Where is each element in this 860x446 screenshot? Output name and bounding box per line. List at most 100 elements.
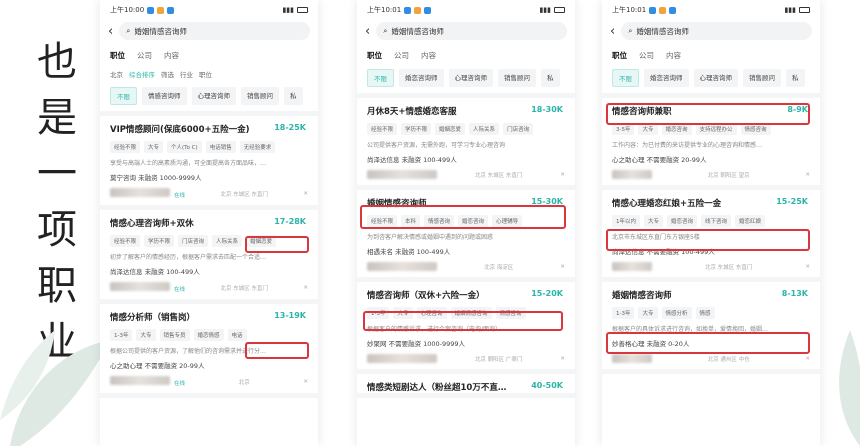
job-tag: 心理辅导 bbox=[492, 215, 523, 227]
recruiter-avatar bbox=[612, 262, 652, 271]
app-notification-icon bbox=[669, 6, 677, 14]
tab-jobs[interactable]: 职位 bbox=[110, 50, 125, 61]
close-icon[interactable]: ✕ bbox=[805, 172, 810, 178]
chip-option[interactable]: 婚恋咨询师 bbox=[399, 69, 444, 87]
job-card[interactable]: 情感类短剧达人（粉丝超10万不直… 40-50K bbox=[357, 374, 575, 398]
clock: 上午10:01 bbox=[367, 6, 402, 14]
job-tag: 无经验要求 bbox=[239, 141, 276, 153]
filter-city[interactable]: 北京 bbox=[110, 69, 123, 79]
close-icon[interactable]: ✕ bbox=[805, 264, 810, 270]
job-salary: 40-50K bbox=[531, 381, 563, 390]
title-char: 项 bbox=[37, 207, 77, 253]
recruiter-avatar bbox=[367, 262, 437, 271]
chip-option[interactable]: 心理咨询师 bbox=[693, 69, 738, 87]
close-icon[interactable]: ✕ bbox=[303, 285, 308, 291]
search-input[interactable]: ⌕ 婚姻情感咨询师 bbox=[119, 22, 310, 40]
job-tag: 线下咨询 bbox=[701, 215, 732, 227]
title-char: 一 bbox=[37, 151, 77, 197]
job-description: 初步了解客户的情感经历，根据客户需求去匹配一个合适… bbox=[110, 254, 267, 261]
recruiter-avatar bbox=[110, 282, 170, 291]
chip-all[interactable]: 不限 bbox=[110, 87, 137, 105]
job-card[interactable]: 情感咨询师（双休+六险一金） 15-20K 1-3年 大专 心理咨询 婚姻情感咨… bbox=[357, 282, 575, 374]
job-card[interactable]: 情感咨询师兼职 8-9K 3-5年 大专 婚恋咨询 支持远程办公 情感咨询 工作… bbox=[602, 98, 820, 190]
tab-content[interactable]: 内容 bbox=[421, 50, 436, 61]
close-icon[interactable]: ✕ bbox=[560, 172, 565, 178]
job-card[interactable]: 婚姻情感咨询师 15-30K 经验不限 本科 情感咨询 婚恋咨询 心理辅导 为到… bbox=[357, 190, 575, 282]
job-description: 享受与高端人士的高素质沟通，可全面提高各方面品味，… bbox=[110, 160, 267, 167]
clock: 上午10:01 bbox=[612, 6, 647, 14]
job-tag: 经验不限 bbox=[110, 141, 141, 153]
job-tag: 销售专员 bbox=[159, 329, 190, 341]
job-card[interactable]: 情感心理婚恋红娘+五险一金 15-25K 1年以内 大专 婚恋咨询 线下咨询 婚… bbox=[602, 190, 820, 282]
chip-all[interactable]: 不限 bbox=[612, 69, 639, 87]
close-icon[interactable]: ✕ bbox=[303, 379, 308, 385]
filter-sort[interactable]: 综合排序 bbox=[129, 69, 155, 79]
close-icon[interactable]: ✕ bbox=[560, 356, 565, 362]
chip-option[interactable]: 私 bbox=[541, 69, 560, 87]
chip-option[interactable]: 心理咨询师 bbox=[191, 87, 236, 105]
job-tag: 婚姻恋爱 bbox=[246, 235, 277, 247]
signal-icon: ▮▮▮ bbox=[784, 6, 796, 14]
tab-companies[interactable]: 公司 bbox=[394, 50, 409, 61]
search-input[interactable]: ⌕ 婚姻情感咨询师 bbox=[621, 22, 812, 40]
status-bar: 上午10:01 ▮▮▮ bbox=[357, 0, 575, 20]
job-location: 北京 东城区 东直门 bbox=[220, 285, 268, 292]
search-input[interactable]: ⌕ 婚姻情感咨询师 bbox=[376, 22, 567, 40]
close-icon[interactable]: ✕ bbox=[560, 264, 565, 270]
job-tag: 经验不限 bbox=[110, 235, 141, 247]
job-title: 婚姻情感咨询师 bbox=[612, 291, 672, 301]
job-card[interactable]: 月休8天+情感婚恋客服 18-30K 经验不限 学历不限 婚姻恋爱 人际关系 门… bbox=[357, 98, 575, 190]
job-salary: 18-25K bbox=[274, 123, 306, 132]
filter-position[interactable]: 职位 bbox=[199, 69, 212, 79]
job-tag: 学历不限 bbox=[144, 235, 175, 247]
company-info: 妙善格心理 未融资 0-20人 bbox=[612, 340, 690, 348]
job-card[interactable]: 婚姻情感咨询师 8-13K 1-3年 大专 情感分析 情感 根据客户的具体诉求进… bbox=[602, 282, 820, 374]
job-tag: 大专 bbox=[638, 123, 658, 135]
battery-icon bbox=[554, 7, 565, 13]
chip-option[interactable]: 私 bbox=[284, 87, 303, 105]
chip-option[interactable]: 婚恋咨询师 bbox=[644, 69, 689, 87]
job-salary: 8-9K bbox=[787, 105, 808, 114]
back-icon[interactable]: ‹ bbox=[610, 24, 615, 39]
recruiter-avatar bbox=[612, 354, 652, 363]
phone-screenshot-3: 上午10:01 ▮▮▮ ‹ ⌕ 婚姻情感咨询师 职位 公司 内容 不限 婚恋咨询… bbox=[602, 0, 820, 446]
job-tag: 1-3年 bbox=[612, 307, 635, 319]
job-card[interactable]: 情感分析师（销售岗） 13-19K 1-3年 大专 销售专员 婚恋情感 电话 根… bbox=[100, 304, 318, 398]
title-char: 是 bbox=[37, 95, 77, 141]
chip-option[interactable]: 私 bbox=[786, 69, 805, 87]
filter-industry[interactable]: 行业 bbox=[180, 69, 193, 79]
tab-content[interactable]: 内容 bbox=[666, 50, 681, 61]
job-tag: 婚恋咨询 bbox=[661, 123, 692, 135]
search-query: 婚姻情感咨询师 bbox=[636, 26, 689, 36]
recruiter-avatar bbox=[110, 188, 170, 197]
chip-option[interactable]: 销售顾问 bbox=[241, 87, 279, 105]
chip-all[interactable]: 不限 bbox=[367, 69, 394, 87]
tab-jobs[interactable]: 职位 bbox=[612, 50, 627, 61]
job-tag: 人际关系 bbox=[469, 123, 500, 135]
recruiter-avatar bbox=[367, 354, 437, 363]
job-tag: 婚恋咨询 bbox=[667, 215, 698, 227]
close-icon[interactable]: ✕ bbox=[805, 356, 810, 362]
app-notification-icon bbox=[649, 6, 657, 14]
close-icon[interactable]: ✕ bbox=[303, 191, 308, 197]
chip-option[interactable]: 销售顾问 bbox=[743, 69, 781, 87]
chip-option[interactable]: 情感咨询师 bbox=[142, 87, 187, 105]
chip-option[interactable]: 销售顾问 bbox=[498, 69, 536, 87]
tab-companies[interactable]: 公司 bbox=[137, 50, 152, 61]
filter-screen[interactable]: 筛选 bbox=[161, 69, 174, 79]
back-icon[interactable]: ‹ bbox=[365, 24, 370, 39]
tab-content[interactable]: 内容 bbox=[164, 50, 179, 61]
job-tag: 婚恋情感 bbox=[193, 329, 224, 341]
tab-companies[interactable]: 公司 bbox=[639, 50, 654, 61]
tab-jobs[interactable]: 职位 bbox=[367, 50, 382, 61]
chip-option[interactable]: 心理咨询师 bbox=[448, 69, 493, 87]
job-description: 工作内容：为已付费的来访提供专业的心理咨询和情感… bbox=[612, 142, 763, 149]
job-tag: 学历不限 bbox=[401, 123, 432, 135]
back-icon[interactable]: ‹ bbox=[108, 24, 113, 39]
search-icon: ⌕ bbox=[126, 26, 131, 35]
job-card[interactable]: 情感心理咨询师+双休 17-28K 经验不限 学历不限 门店咨询 人际关系 婚姻… bbox=[100, 210, 318, 304]
job-tag: 支持远程办公 bbox=[695, 123, 737, 135]
job-card[interactable]: VIP情感顾问(保底6000+五险一金) 18-25K 经验不限 大专 个人(T… bbox=[100, 116, 318, 210]
job-tag: 情感分析 bbox=[661, 307, 692, 319]
job-location: 北京 通州区 中仓 bbox=[707, 356, 750, 363]
